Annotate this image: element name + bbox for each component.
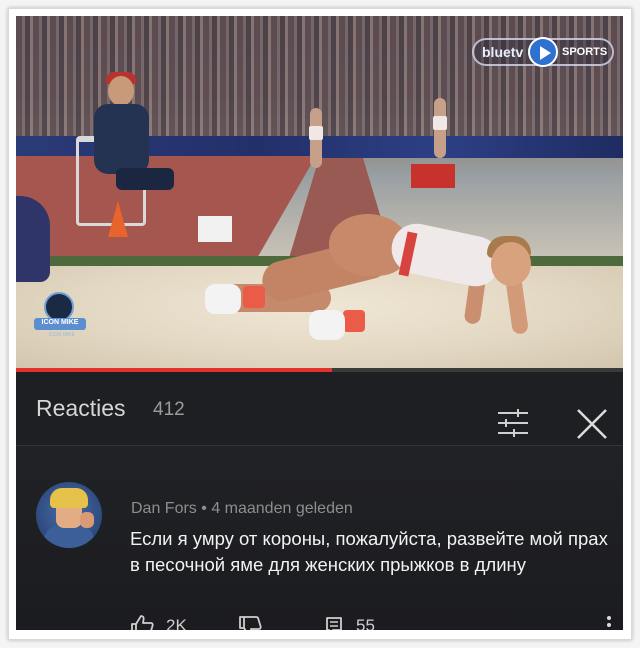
judge-legs — [116, 168, 174, 190]
avatar[interactable] — [36, 482, 102, 548]
video-player[interactable]: bluetv SPORTS ICON MIKE ICON MIKE — [16, 16, 623, 368]
reactions-count: 412 — [153, 399, 185, 420]
like-count: 2K — [166, 616, 187, 630]
broadcaster-logo: bluetv SPORTS — [472, 37, 614, 67]
close-icon[interactable] — [574, 406, 610, 442]
badge-sublabel: ICON MIKE — [48, 332, 76, 338]
logo-sports-text: SPORTS — [562, 46, 608, 58]
athlete-sock — [243, 286, 265, 308]
athlete-shoe — [205, 284, 241, 314]
comment-timestamp: 4 maanden geleden — [211, 500, 353, 517]
athlete-head — [491, 242, 531, 286]
reply-count: 55 — [356, 616, 375, 630]
reactions-title: Reacties — [36, 395, 126, 421]
logo-text: bluetv — [482, 44, 524, 60]
traffic-cone — [108, 201, 128, 237]
athlete-shoe — [309, 310, 345, 340]
reply-icon[interactable] — [325, 616, 343, 630]
background-athlete — [309, 108, 323, 168]
meta-separator: • — [201, 500, 207, 517]
badge-label: ICON MIKE — [41, 319, 79, 326]
thumbs-down-icon[interactable] — [238, 616, 262, 630]
red-marker-box — [411, 164, 455, 188]
avatar-hair — [50, 488, 88, 508]
athlete-sock — [343, 310, 365, 332]
more-vertical-icon[interactable] — [604, 616, 614, 630]
blue-flag — [16, 196, 50, 282]
avatar-shirt — [44, 526, 94, 548]
channel-badge: ICON MIKE ICON MIKE — [34, 292, 86, 344]
thumbs-up-icon[interactable] — [130, 614, 154, 630]
comment-actions: 2K 55 — [16, 612, 623, 630]
comment-thread: Dan Fors • 4 maanden geleden Если я умру… — [16, 446, 623, 630]
official-judge — [86, 72, 181, 226]
reactions-header: Reacties 412 — [16, 372, 623, 446]
sliders-icon[interactable] — [496, 408, 530, 438]
background-athlete — [433, 98, 447, 158]
play-icon — [528, 37, 558, 67]
comment-text: Если я умру от короны, пожалуйста, разве… — [130, 528, 608, 575]
youtube-screen: bluetv SPORTS ICON MIKE ICON MIKE Reacti… — [16, 16, 623, 630]
comment-meta: Dan Fors • 4 maanden geleden — [131, 500, 353, 518]
avatar-fist — [80, 512, 94, 528]
long-jump-athlete — [191, 206, 551, 346]
judge-head — [108, 76, 134, 106]
judge-body — [94, 104, 149, 174]
comment-author[interactable]: Dan Fors — [131, 500, 197, 517]
